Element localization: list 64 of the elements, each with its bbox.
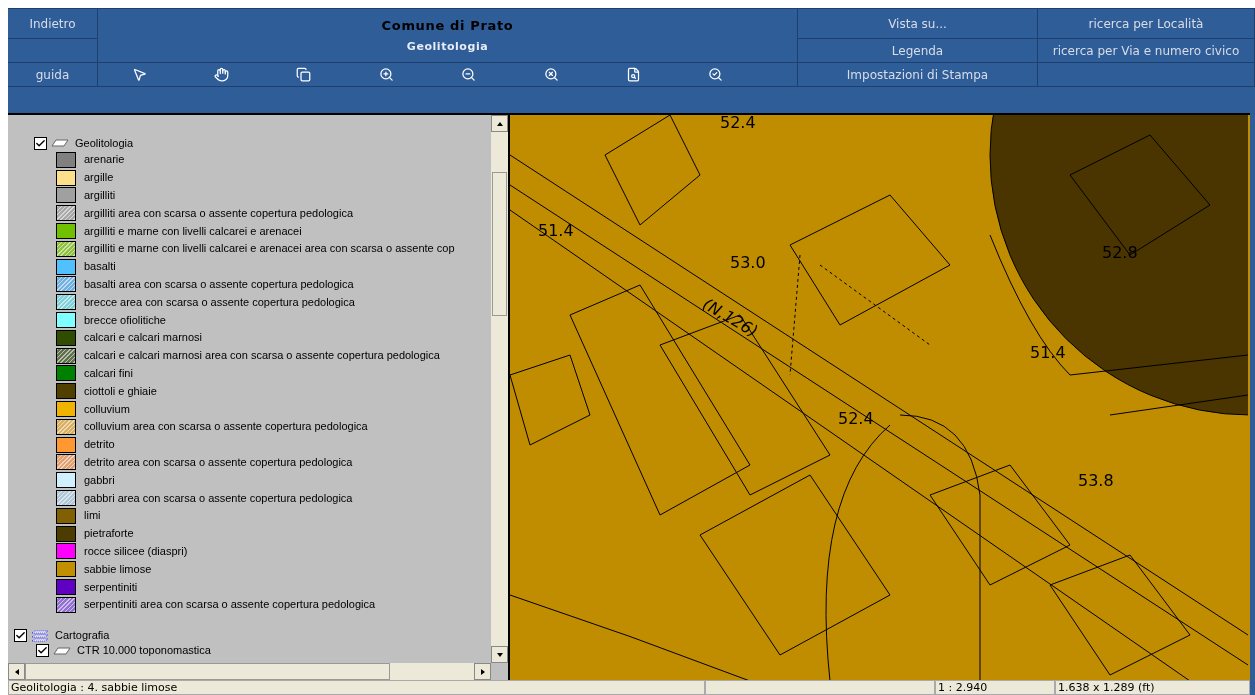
map-extent: 1.638 x 1.289 (ft)	[1055, 680, 1250, 695]
magnifier-check-icon[interactable]	[708, 67, 724, 82]
legend-label: arenarie	[84, 154, 125, 166]
layer-name[interactable]: CTR 10.000 toponomastica	[77, 645, 211, 657]
copy-icon[interactable]	[296, 67, 312, 82]
elevation-label: 51.4	[538, 223, 574, 239]
nav-link[interactable]: ricerca per Via e numero civico	[1038, 39, 1255, 63]
nav-link[interactable]: Impostazioni di Stampa	[798, 63, 1038, 87]
legend-label: serpentiniti	[84, 581, 138, 593]
legend-label: colluvium area con scarsa o assente copertura pedologica	[84, 421, 368, 433]
checkbox[interactable]	[14, 629, 27, 643]
legend-label: calcari e calcari marnosi	[84, 332, 202, 344]
legend-label: sabbie limose	[84, 563, 152, 575]
checkbox[interactable]	[36, 644, 49, 658]
legend-label: argilliti e marne con livelli calcarei e arenacei area con scarsa o assente cop	[84, 243, 455, 255]
elevation-label: 52.8	[1102, 245, 1138, 261]
legend-label: pietraforte	[84, 528, 134, 540]
status-message: Geolitologia : 4. sabbie limose	[8, 680, 705, 695]
checkbox[interactable]	[34, 136, 47, 150]
pointer-icon[interactable]	[131, 67, 147, 82]
elevation-label: 52.4	[720, 115, 756, 131]
layer-name[interactable]: Cartografia	[55, 630, 110, 642]
legend-label: gabbri	[84, 474, 115, 486]
legend-label: ciottoli e ghiaie	[84, 385, 157, 397]
legend-label: detrito area con scarsa o assente copertura pedologica	[84, 456, 353, 468]
back-link[interactable]: Indietro	[8, 9, 98, 39]
zoom-out-icon[interactable]	[461, 67, 477, 82]
map-subtitle: Geolitologia	[406, 39, 489, 55]
layer-shape-icon	[51, 139, 69, 147]
layer-shape-icon	[53, 646, 71, 655]
zoom-in-icon[interactable]	[378, 67, 394, 82]
legend-label: calcari fini	[84, 367, 133, 379]
legend-label: gabbri area con scarsa o assente copertura pedologica	[84, 492, 353, 504]
legend-label: argilliti area con scarsa o assente copertura pedologica	[84, 207, 354, 219]
magnifier-icon[interactable]	[625, 67, 641, 82]
layers-icon	[31, 629, 49, 642]
legend-label: detrito	[84, 439, 115, 451]
legend-label: argilliti e marne con livelli calcarei e arenacei	[84, 225, 302, 237]
app-title: Comune di Prato	[381, 16, 514, 35]
legend-label: calcari e calcari marnosi area con scarsa o assente copertura pedologica	[84, 350, 440, 362]
legend-label: rocce silicee (diaspri)	[84, 545, 188, 557]
legend-label: colluvium	[84, 403, 130, 415]
legend-label: brecce area con scarsa o assente copertura pedologica	[84, 296, 355, 308]
hand-icon[interactable]	[214, 67, 230, 82]
help-link[interactable]: guida	[8, 63, 98, 87]
magnifier-x-icon[interactable]	[543, 67, 559, 82]
scrollbar-thumb[interactable]	[492, 172, 507, 316]
legend-label: basalti area con scarsa o assente copertura pedologica	[84, 278, 354, 290]
legend-label: brecce ofiolitiche	[84, 314, 166, 326]
layer-name[interactable]: Geolitologia	[75, 137, 134, 149]
elevation-label: 51.4	[1030, 345, 1066, 361]
nav-link[interactable]: Legenda	[798, 39, 1038, 63]
legend-label: argille	[84, 172, 114, 184]
scrollbar-thumb[interactable]	[25, 663, 390, 680]
legend-label: limi	[84, 510, 101, 522]
nav-link[interactable]: Vista su...	[798, 9, 1038, 39]
legend-label: serpentiniti area con scarsa o assente copertura pedologica	[84, 599, 376, 611]
legend-label: basalti	[84, 261, 116, 273]
elevation-label: 52.4	[838, 411, 874, 427]
elevation-label: 53.8	[1078, 473, 1114, 489]
elevation-label: 53.0	[730, 255, 766, 271]
legend-label: argilliti	[84, 190, 116, 201]
nav-link[interactable]: ricerca per Località	[1038, 9, 1255, 39]
map-scale: 1 : 2.940	[935, 680, 1055, 695]
